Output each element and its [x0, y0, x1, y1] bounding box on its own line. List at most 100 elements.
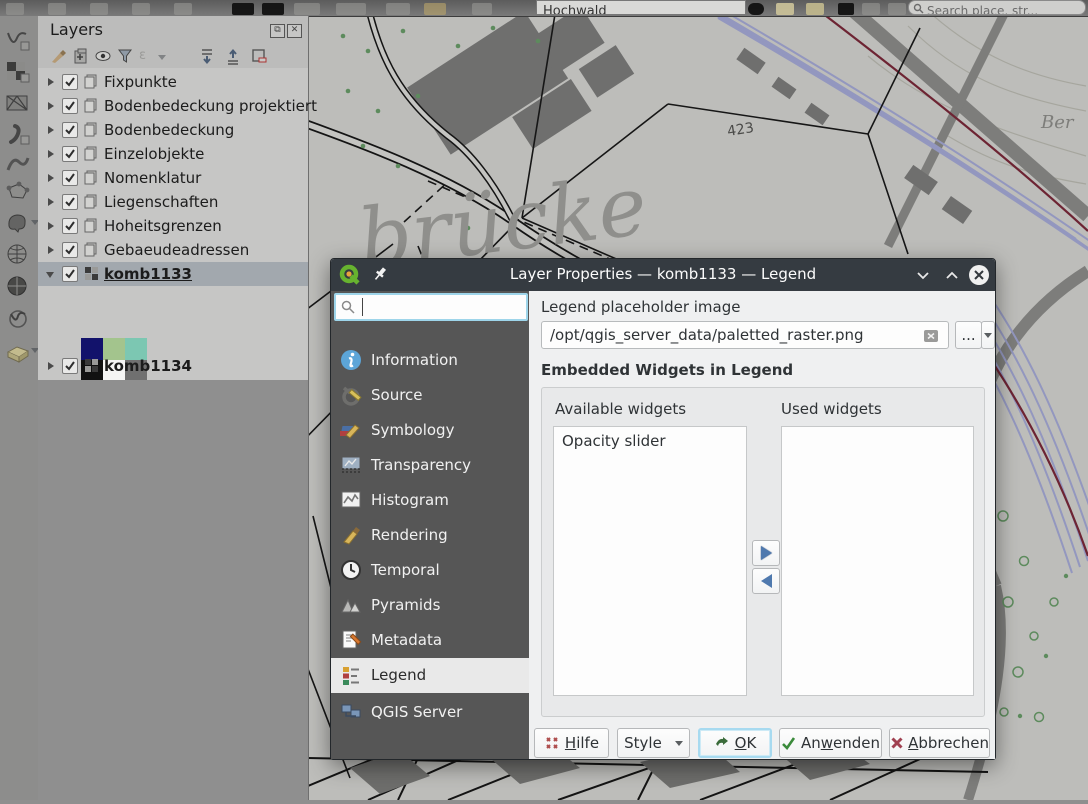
dialog-titlebar[interactable]: Layer Properties — komb1133 — Legend — [331, 259, 995, 291]
toolbar-icon[interactable] — [386, 3, 410, 15]
toolbar-icon[interactable] — [132, 3, 150, 15]
add-spatialite-layer-icon[interactable] — [5, 242, 31, 268]
add-mesh-layer-icon[interactable] — [5, 92, 31, 118]
clear-input-icon[interactable] — [923, 328, 939, 347]
layer-tree-row-selected[interactable]: komb1133 — [38, 262, 308, 286]
help-button[interactable]: Hilfe — [534, 728, 609, 758]
user-icon[interactable] — [838, 3, 854, 15]
toolbar-icon[interactable] — [472, 3, 492, 15]
layer-tree-row[interactable]: Einzelobjekte — [38, 142, 308, 166]
toolbar-icon[interactable] — [294, 3, 320, 15]
float-panel-icon[interactable]: ⧉ — [270, 24, 285, 38]
layer-checkbox[interactable] — [62, 98, 78, 114]
add-gpx-layer-icon[interactable] — [5, 152, 31, 178]
toolbar-icon[interactable] — [90, 3, 108, 15]
layers-tool-icon[interactable] — [776, 3, 794, 15]
tab-symbology[interactable]: Symbology — [331, 413, 529, 448]
toolbar-icon[interactable] — [336, 3, 366, 15]
layer-checkbox[interactable] — [62, 358, 78, 374]
identify-icon[interactable] — [748, 3, 764, 15]
expander-icon[interactable] — [48, 222, 54, 230]
move-right-button[interactable] — [752, 540, 780, 566]
add-vector-layer-icon[interactable] — [5, 28, 31, 54]
cancel-button[interactable]: Abbrechen — [889, 728, 990, 758]
shade-button[interactable] — [913, 265, 933, 285]
layer-tree-row[interactable]: komb1134 — [38, 354, 308, 378]
locator-search-input[interactable]: Search place, str... — [908, 0, 1086, 15]
remove-layer-icon[interactable] — [250, 48, 268, 65]
tab-information[interactable]: Information — [331, 343, 529, 378]
layer-tree-row[interactable]: Gebaeudeadressen — [38, 238, 308, 262]
map-tips-icon[interactable] — [862, 3, 880, 15]
close-button[interactable] — [968, 264, 988, 284]
apply-button[interactable]: Anwenden — [779, 728, 882, 758]
ok-button[interactable]: OK — [698, 728, 772, 758]
add-delimited-text-icon[interactable] — [5, 122, 31, 148]
toolbar-icon[interactable] — [48, 3, 66, 15]
layer-tree-row[interactable]: Bodenbedeckung — [38, 118, 308, 142]
box-tool-icon[interactable] — [806, 3, 824, 15]
expander-icon[interactable] — [48, 126, 54, 134]
legend-placeholder-input[interactable] — [541, 321, 949, 349]
toolbar-icon[interactable] — [424, 3, 446, 15]
expand-all-icon[interactable] — [198, 48, 216, 65]
add-geometry-layer-icon[interactable] — [5, 180, 31, 206]
add-postgis-layer-icon[interactable] — [5, 210, 31, 236]
close-panel-icon[interactable]: ✕ — [287, 24, 302, 38]
expander-icon[interactable] — [48, 102, 54, 110]
tab-qgis-server[interactable]: QGIS Server — [331, 695, 529, 730]
collapse-all-icon[interactable] — [224, 48, 242, 65]
layer-checkbox[interactable] — [62, 194, 78, 210]
layer-checkbox[interactable] — [62, 218, 78, 234]
available-widgets-list[interactable]: Opacity slider — [553, 426, 747, 696]
layer-checkbox[interactable] — [62, 170, 78, 186]
expander-icon[interactable] — [48, 198, 54, 206]
tab-transparency[interactable]: Transparency — [331, 448, 529, 483]
layer-checkbox[interactable] — [62, 122, 78, 138]
filter-legend-icon[interactable] — [117, 48, 135, 65]
layer-tree-row[interactable]: Hoheitsgrenzen — [38, 214, 308, 238]
expander-icon[interactable] — [46, 272, 54, 278]
layer-tree-row[interactable]: Nomenklatur — [38, 166, 308, 190]
properties-search-input[interactable] — [334, 293, 528, 321]
list-item-opacity-slider[interactable]: Opacity slider — [554, 427, 746, 455]
expander-icon[interactable] — [48, 78, 54, 86]
tab-legend[interactable]: Legend — [331, 658, 529, 693]
rollup-button[interactable] — [942, 265, 962, 285]
project-combo[interactable]: Hochwald — [536, 0, 746, 15]
layer-checkbox[interactable] — [62, 242, 78, 258]
layer-checkbox[interactable] — [62, 74, 78, 90]
expander-icon[interactable] — [48, 174, 54, 182]
pan-tool-icon[interactable] — [232, 3, 254, 15]
add-mssql-layer-icon[interactable] — [5, 274, 31, 300]
open-layer-styling-icon[interactable] — [50, 48, 68, 65]
add-raster-layer-icon[interactable] — [5, 60, 31, 86]
manage-visibility-icon[interactable] — [95, 48, 113, 65]
browse-dropdown-button[interactable] — [981, 321, 995, 349]
print-icon[interactable] — [888, 3, 906, 15]
layer-tree-row[interactable]: Fixpunkte — [38, 70, 308, 94]
layer-checkbox[interactable] — [62, 146, 78, 162]
add-virtual-layer-icon[interactable] — [5, 306, 31, 332]
filter-expression-icon[interactable]: ε — [139, 48, 157, 65]
expander-icon[interactable] — [48, 362, 54, 370]
tab-metadata[interactable]: Metadata — [331, 623, 529, 658]
toolbar-icon[interactable] — [174, 3, 192, 15]
browse-button[interactable]: ... — [955, 321, 982, 349]
layer-checkbox[interactable] — [62, 266, 78, 282]
expander-icon[interactable] — [48, 246, 54, 254]
layer-tree-row[interactable]: Bodenbedeckung projektiert — [38, 94, 308, 118]
zoom-tool-icon[interactable] — [262, 3, 284, 15]
used-widgets-list[interactable] — [781, 426, 974, 696]
tab-histogram[interactable]: Histogram — [331, 483, 529, 518]
layer-tree-row[interactable]: Liegenschaften — [38, 190, 308, 214]
add-group-icon[interactable] — [72, 48, 90, 65]
move-left-button[interactable] — [752, 568, 780, 594]
chevron-down-icon[interactable] — [158, 55, 166, 60]
tab-rendering[interactable]: Rendering — [331, 518, 529, 553]
expander-icon[interactable] — [48, 150, 54, 158]
tab-pyramids[interactable]: Pyramids — [331, 588, 529, 623]
toolbar-icon[interactable] — [6, 3, 24, 15]
tab-temporal[interactable]: Temporal — [331, 553, 529, 588]
add-wms-layer-icon[interactable] — [5, 338, 31, 364]
